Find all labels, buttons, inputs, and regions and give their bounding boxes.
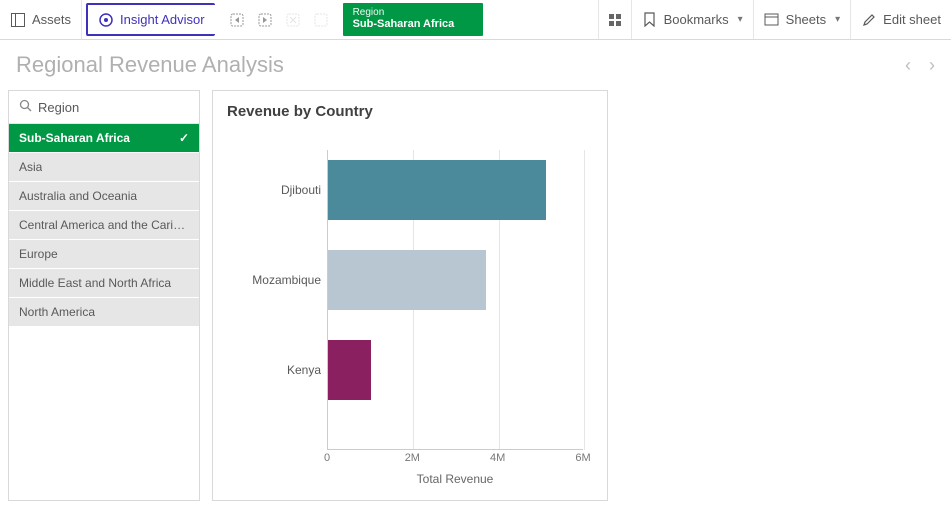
- clear-selection-icon[interactable]: [311, 10, 331, 30]
- selection-pill-region[interactable]: Region Sub-Saharan Africa: [343, 3, 483, 36]
- filter-item[interactable]: Europe: [9, 240, 199, 269]
- insight-label: Insight Advisor: [120, 12, 205, 27]
- filter-field-label: Region: [38, 100, 79, 115]
- insight-advisor-button[interactable]: Insight Advisor: [86, 3, 215, 36]
- top-toolbar: Assets Insight Advisor Region Sub-: [0, 0, 951, 40]
- edit-sheet-button[interactable]: Edit sheet: [851, 0, 951, 39]
- chevron-down-icon: ▾: [835, 14, 840, 25]
- filter-item[interactable]: Australia and Oceania: [9, 182, 199, 211]
- clear-all-icon[interactable]: [283, 10, 303, 30]
- filter-item-label: Middle East and North Africa: [19, 276, 171, 290]
- step-forward-icon[interactable]: [255, 10, 275, 30]
- page-title: Regional Revenue Analysis: [16, 52, 284, 78]
- insight-icon: [98, 12, 114, 28]
- filter-item-label: Europe: [19, 247, 58, 261]
- sheets-label: Sheets: [786, 12, 826, 27]
- sheet-header: Regional Revenue Analysis ‹ ›: [0, 40, 951, 82]
- sheet-icon: [764, 12, 780, 28]
- edit-label: Edit sheet: [883, 12, 941, 27]
- selection-field-label: Region: [353, 8, 473, 18]
- pencil-icon: [861, 12, 877, 28]
- filter-item[interactable]: Sub-Saharan Africa ✓: [9, 124, 199, 153]
- prev-sheet-button[interactable]: ‹: [905, 55, 911, 76]
- filter-list: Sub-Saharan Africa ✓ Asia Australia and Oce…: [9, 124, 199, 327]
- filter-header[interactable]: Region: [9, 91, 199, 124]
- chart-area[interactable]: Djibouti Mozambique Kenya 0 2M 4M 6M Total Re…: [227, 130, 593, 490]
- filter-item[interactable]: Asia: [9, 153, 199, 182]
- x-tick-label: 4M: [490, 452, 505, 464]
- bookmark-icon: [642, 12, 658, 28]
- search-icon: [19, 99, 32, 115]
- grid-icon: [609, 14, 621, 26]
- next-sheet-button[interactable]: ›: [929, 55, 935, 76]
- selection-tools: [219, 0, 339, 39]
- y-tick-label: Mozambique: [227, 250, 321, 310]
- filter-item[interactable]: Middle East and North Africa: [9, 269, 199, 298]
- bookmarks-label: Bookmarks: [664, 12, 729, 27]
- bar[interactable]: [328, 340, 371, 400]
- y-tick-label: Kenya: [227, 340, 321, 400]
- chart-card: Revenue by Country Djibouti Mozambique Ken…: [212, 90, 608, 501]
- x-tick-label: 2M: [405, 452, 420, 464]
- x-axis-title: Total Revenue: [327, 472, 583, 486]
- selection-value-label: Sub-Saharan Africa: [353, 18, 473, 31]
- sheets-button[interactable]: Sheets ▾: [754, 0, 852, 39]
- filter-item[interactable]: North America: [9, 298, 199, 327]
- filter-item-label: Australia and Oceania: [19, 189, 137, 203]
- chart-title: Revenue by Country: [227, 103, 593, 120]
- panel-icon: [10, 12, 26, 28]
- filter-item-label: North America: [19, 305, 95, 319]
- bar[interactable]: [328, 160, 546, 220]
- check-icon: ✓: [179, 131, 189, 145]
- chevron-down-icon: ▾: [738, 14, 743, 25]
- assets-label: Assets: [32, 12, 71, 27]
- filter-item-label: Sub-Saharan Africa: [19, 131, 130, 145]
- filter-pane-region: Region Sub-Saharan Africa ✓ Asia Australia …: [8, 90, 200, 501]
- filter-item[interactable]: Central America and the Cari…: [9, 211, 199, 240]
- filter-item-label: Asia: [19, 160, 42, 174]
- bar[interactable]: [328, 250, 486, 310]
- y-tick-label: Djibouti: [227, 160, 321, 220]
- x-tick-label: 0: [324, 452, 330, 464]
- step-back-icon[interactable]: [227, 10, 247, 30]
- bookmarks-button[interactable]: Bookmarks ▾: [632, 0, 754, 39]
- chart-plot: [327, 150, 583, 450]
- filter-item-label: Central America and the Cari…: [19, 218, 185, 232]
- selections-tool-button[interactable]: [598, 0, 632, 39]
- x-tick-label: 6M: [575, 452, 590, 464]
- assets-button[interactable]: Assets: [0, 0, 82, 39]
